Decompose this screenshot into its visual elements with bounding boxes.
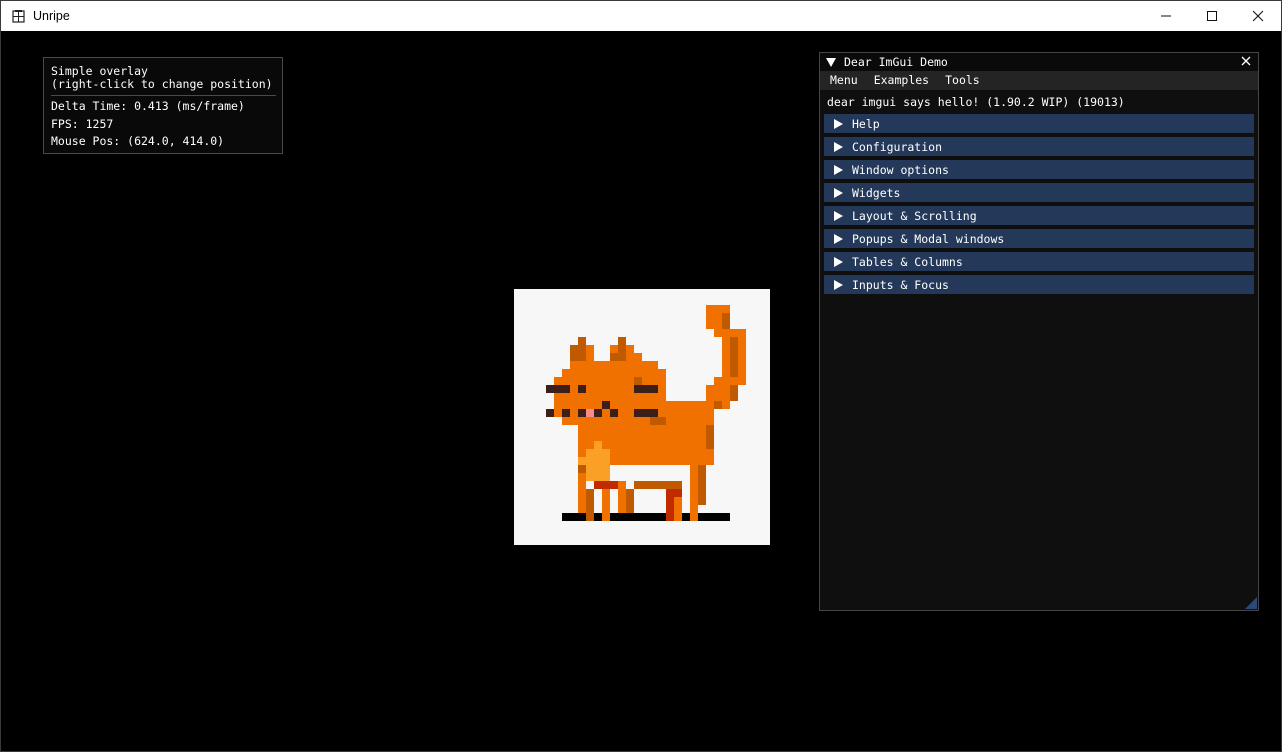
app-grid-icon: [11, 9, 25, 23]
overlay-separator: [51, 95, 276, 96]
title-bar[interactable]: Unripe: [1, 1, 1281, 31]
header-label: Tables & Columns: [852, 254, 963, 269]
header-tables-columns[interactable]: Tables & Columns: [824, 252, 1254, 271]
expand-arrow-icon: [833, 164, 843, 175]
expand-arrow-icon: [833, 279, 843, 290]
expand-arrow-icon: [833, 141, 843, 152]
expand-arrow-icon: [833, 233, 843, 244]
header-label: Window options: [852, 162, 949, 177]
app-window: Unripe Simple overlay (right-click to ch…: [0, 0, 1282, 752]
header-layout-scrolling[interactable]: Layout & Scrolling: [824, 206, 1254, 225]
header-label: Widgets: [852, 185, 901, 200]
hello-text: dear imgui says hello! (1.90.2 WIP) (190…: [827, 95, 1125, 109]
header-label: Help: [852, 116, 880, 131]
header-label: Layout & Scrolling: [852, 208, 977, 223]
demo-title: Dear ImGui Demo: [844, 55, 948, 69]
maximize-button[interactable]: [1189, 1, 1235, 31]
expand-arrow-icon: [833, 210, 843, 221]
demo-menu-bar: Menu Examples Tools: [820, 71, 1258, 90]
delta-time-text: Delta Time: 0.413 (ms/frame): [51, 99, 245, 113]
close-icon: [1252, 10, 1264, 22]
menu-tools[interactable]: Tools: [937, 71, 988, 90]
window-controls: [1143, 1, 1281, 31]
minimize-icon: [1161, 15, 1171, 17]
header-popups-modal[interactable]: Popups & Modal windows: [824, 229, 1254, 248]
maximize-icon: [1207, 11, 1217, 21]
menu-menu[interactable]: Menu: [820, 71, 866, 90]
header-label: Configuration: [852, 139, 943, 154]
demo-title-bar[interactable]: Dear ImGui Demo: [820, 53, 1258, 71]
expand-arrow-icon: [833, 256, 843, 267]
minimize-button[interactable]: [1143, 1, 1189, 31]
window-title: Unripe: [33, 9, 70, 23]
collapse-triangle-icon[interactable]: [826, 57, 836, 67]
menu-examples[interactable]: Examples: [866, 71, 937, 90]
pixel-cat-icon: [546, 305, 746, 521]
simple-overlay[interactable]: Simple overlay (right-click to change po…: [43, 57, 283, 154]
header-label: Inputs & Focus: [852, 277, 949, 292]
header-help[interactable]: Help: [824, 114, 1254, 133]
cat-image: [514, 289, 770, 545]
close-button[interactable]: [1235, 1, 1281, 31]
imgui-demo-window[interactable]: Dear ImGui Demo Menu Examples Tools dear…: [819, 52, 1259, 611]
expand-arrow-icon: [833, 187, 843, 198]
collapsing-headers: Help Configuration Window options Widget…: [820, 114, 1258, 294]
header-configuration[interactable]: Configuration: [824, 137, 1254, 156]
header-window-options[interactable]: Window options: [824, 160, 1254, 179]
mouse-pos-text: Mouse Pos: (624.0, 414.0): [51, 134, 225, 148]
header-inputs-focus[interactable]: Inputs & Focus: [824, 275, 1254, 294]
expand-arrow-icon: [833, 118, 843, 129]
close-icon[interactable]: [1240, 55, 1252, 67]
resize-grip-icon[interactable]: [1245, 597, 1257, 609]
header-label: Popups & Modal windows: [852, 231, 1005, 246]
header-widgets[interactable]: Widgets: [824, 183, 1254, 202]
fps-text: FPS: 1257: [51, 116, 114, 131]
overlay-hint: (right-click to change position): [51, 77, 273, 91]
